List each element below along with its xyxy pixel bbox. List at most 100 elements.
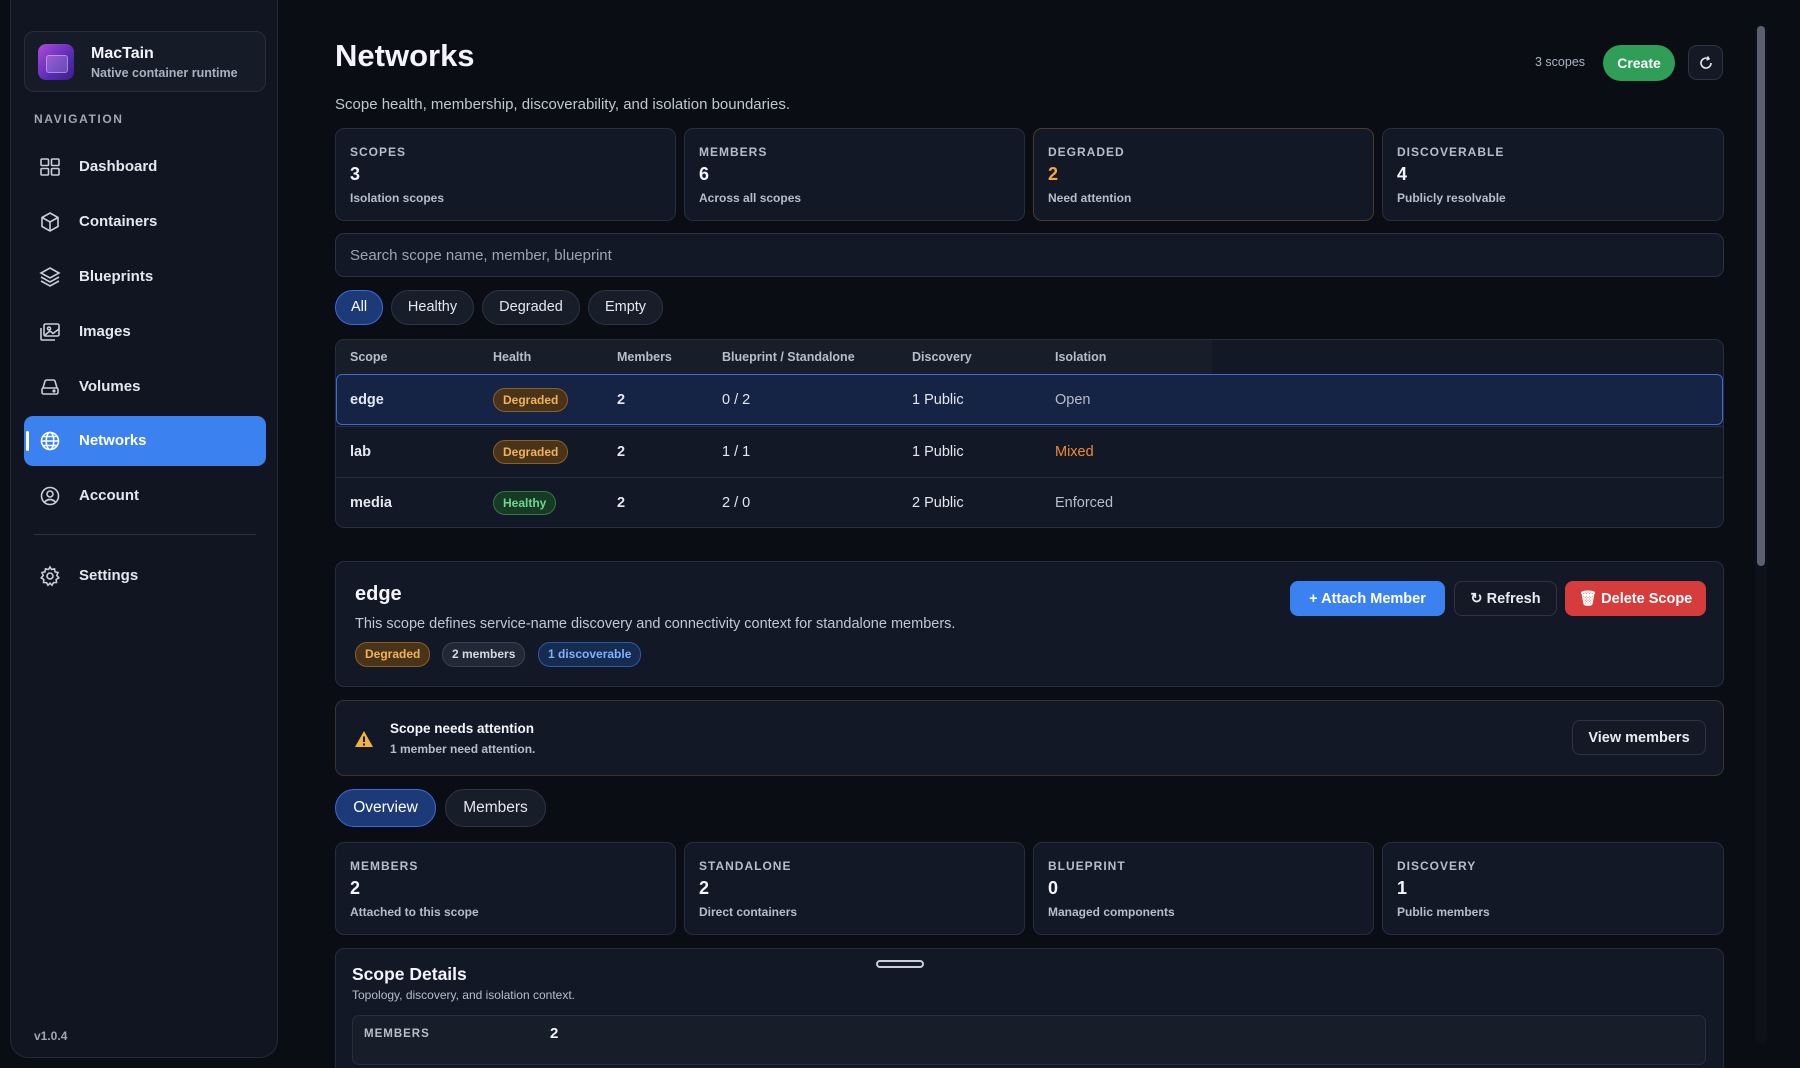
scrollbar-thumb[interactable]: [1757, 26, 1765, 566]
tab-overview[interactable]: Overview: [335, 789, 436, 827]
stat-degraded: DEGRADED 2 Need attention: [1033, 128, 1374, 221]
stat-value: 1: [1397, 878, 1408, 898]
sidebar-item-settings[interactable]: Settings: [24, 551, 266, 601]
sidebar-item-label: Containers: [79, 213, 158, 230]
sidebar-item-dashboard[interactable]: Dashboard: [24, 142, 266, 192]
delete-scope-button[interactable]: 🗑 Delete Scope: [1565, 581, 1706, 616]
table-row[interactable]: edge Degraded 2 0 / 2 1 Public Open: [336, 374, 1723, 425]
refresh-icon: ↻: [1470, 590, 1487, 607]
blueprint-ratio: 1 / 1: [722, 444, 751, 460]
sidebar: MacTain Native container runtime NAVIGAT…: [10, 0, 278, 1058]
column-header[interactable]: Blueprint / Standalone: [722, 350, 855, 364]
discoverable-tag: 1 discoverable: [538, 642, 642, 667]
alert-title: Scope needs attention: [390, 721, 535, 736]
alert-description: 1 member need attention.: [390, 742, 536, 756]
attention-alert: Scope needs attention 1 member need atte…: [335, 700, 1724, 776]
health-badge: Degraded: [493, 440, 569, 464]
sidebar-item-label: Dashboard: [79, 158, 158, 175]
layers-icon: [39, 267, 61, 287]
stat-key: DISCOVERY: [1397, 859, 1477, 873]
create-button[interactable]: Create: [1603, 45, 1675, 81]
sidebar-item-label: Blueprints: [79, 268, 154, 285]
stat-value: 2: [1048, 164, 1059, 184]
stat-desc: Across all scopes: [699, 191, 802, 205]
refresh-icon-button[interactable]: [1688, 45, 1723, 80]
filter-degraded[interactable]: Degraded: [482, 290, 580, 325]
sidebar-item-blueprints[interactable]: Blueprints: [24, 252, 266, 302]
detail-row: MEMBERS 2: [352, 1015, 1706, 1065]
isolation-value: Open: [1055, 392, 1091, 408]
scope-count: 3 scopes: [1535, 55, 1586, 69]
drive-icon: [41, 379, 59, 395]
sidebar-item-account[interactable]: Account: [24, 471, 266, 521]
stat-desc: Managed components: [1048, 905, 1175, 919]
stat-desc: Need attention: [1048, 191, 1132, 205]
stat-desc: Attached to this scope: [350, 905, 479, 919]
scope-details-panel: Scope Details Topology, discovery, and i…: [335, 948, 1724, 1068]
sidebar-item-containers[interactable]: Containers: [24, 197, 266, 247]
app-logo: [38, 44, 74, 80]
scope-detail-title: edge: [355, 583, 402, 605]
nav-heading: NAVIGATION: [34, 112, 124, 126]
stat-key: MEMBERS: [350, 859, 419, 873]
detail-value: 2: [550, 1025, 559, 1042]
stat-desc: Publicly resolvable: [1397, 191, 1506, 205]
sidebar-item-networks[interactable]: Networks: [24, 416, 266, 466]
attach-member-button[interactable]: + Attach Member: [1290, 581, 1445, 616]
page-title: Networks: [335, 38, 475, 73]
app-window: MacTain Native container runtime NAVIGAT…: [0, 0, 1800, 1068]
sidebar-item-label: Images: [79, 323, 131, 340]
members-count: 2: [617, 392, 626, 408]
app-subtitle: Native container runtime: [91, 66, 238, 80]
column-header[interactable]: Health: [493, 350, 531, 364]
column-header[interactable]: Isolation: [1055, 350, 1106, 364]
overview-stat-discovery: DISCOVERY 1 Public members: [1382, 842, 1724, 935]
globe-icon: [40, 431, 60, 451]
brand-card[interactable]: MacTain Native container runtime: [24, 31, 266, 92]
health-badge: Degraded: [493, 388, 569, 412]
search-input[interactable]: [335, 233, 1724, 277]
attach-member-label: Attach Member: [1321, 590, 1426, 607]
stat-discoverable: DISCOVERABLE 4 Publicly resolvable: [1382, 128, 1724, 221]
health-tag: Degraded: [355, 642, 431, 667]
refresh-label: Refresh: [1486, 590, 1541, 607]
overview-stat-blueprint: BLUEPRINT 0 Managed components: [1033, 842, 1374, 935]
view-members-button[interactable]: View members: [1572, 720, 1706, 755]
stat-value: 2: [699, 878, 710, 898]
isolation-value: Mixed: [1055, 444, 1094, 460]
nav-divider: [34, 534, 256, 535]
discovery-value: 1 Public: [912, 444, 964, 460]
stat-desc: Direct containers: [699, 905, 798, 919]
blueprint-ratio: 0 / 2: [722, 392, 751, 408]
table-header: Scope Health Members Blueprint / Standal…: [336, 340, 1212, 374]
column-header[interactable]: Scope: [350, 350, 388, 364]
table-row[interactable]: lab Degraded 2 1 / 1 1 Public Mixed: [336, 426, 1723, 477]
column-header[interactable]: Discovery: [912, 350, 972, 364]
stat-scopes: SCOPES 3 Isolation scopes: [335, 128, 676, 221]
table-row[interactable]: media Healthy 2 2 / 0 2 Public Enforced: [336, 477, 1723, 527]
sidebar-item-label: Settings: [79, 567, 139, 584]
main-content: Networks Scope health, membership, disco…: [335, 0, 1725, 1068]
gear-icon: [39, 565, 61, 587]
filter-healthy[interactable]: Healthy: [391, 290, 474, 325]
app-name: MacTain: [91, 45, 154, 62]
sidebar-item-volumes[interactable]: Volumes: [24, 362, 266, 412]
scopes-table: Scope Health Members Blueprint / Standal…: [335, 339, 1724, 528]
stat-key: DISCOVERABLE: [1397, 145, 1505, 159]
stat-desc: Isolation scopes: [350, 191, 445, 205]
drag-handle[interactable]: [876, 960, 924, 968]
refresh-button[interactable]: ↻ Refresh: [1454, 581, 1557, 616]
stat-value: 6: [699, 164, 710, 184]
sidebar-item-label: Account: [79, 487, 139, 504]
sidebar-item-images[interactable]: Images: [24, 307, 266, 357]
stat-key: DEGRADED: [1048, 145, 1125, 159]
user-circle-icon: [40, 486, 60, 506]
stat-key: BLUEPRINT: [1048, 859, 1126, 873]
filter-all[interactable]: All: [335, 290, 383, 325]
delete-scope-label: Delete Scope: [1601, 591, 1693, 607]
refresh-icon: [1700, 56, 1712, 69]
members-tag: 2 members: [442, 642, 526, 667]
column-header[interactable]: Members: [617, 350, 672, 364]
filter-empty[interactable]: Empty: [588, 290, 663, 325]
tab-members[interactable]: Members: [445, 789, 546, 827]
